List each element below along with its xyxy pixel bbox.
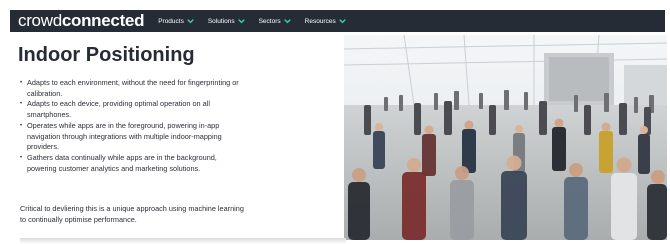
- nav-item-sectors[interactable]: Sectors: [259, 18, 291, 25]
- chevron-down-icon: [187, 19, 194, 24]
- feature-item: Adapts to each device, providing optimal…: [20, 99, 240, 120]
- chevron-down-icon: [283, 19, 291, 24]
- nav-label-solutions: Solutions: [207, 17, 235, 25]
- nav-item-products[interactable]: Products: [158, 18, 194, 25]
- nav-item-solutions[interactable]: Solutions: [208, 18, 245, 25]
- chevron-down-icon: [237, 19, 245, 24]
- hero-crowd-photo: [344, 35, 667, 240]
- page-title: Indoor Positioning: [18, 44, 195, 66]
- section-divider-shadow: [20, 238, 346, 244]
- crowdconnected-logo[interactable]: crowdconnected: [18, 10, 144, 32]
- crowd-of-people-walking-in-exhibition-hall-icon: [344, 35, 667, 240]
- nav-label-resources: Resources: [304, 17, 336, 25]
- closing-paragraph: Critical to devliering this is a unique …: [20, 204, 244, 224]
- feature-item: Adapts to each environment, without the …: [20, 78, 240, 99]
- top-navigation-bar: crowdconnected Products Solutions Sector…: [10, 10, 665, 32]
- main-nav: Products Solutions Sectors Resources: [158, 18, 346, 25]
- nav-label-sectors: Sectors: [258, 17, 281, 25]
- nav-label-products: Products: [158, 17, 184, 25]
- feature-item: Operates while apps are in the foregroun…: [20, 121, 240, 153]
- logo-text-crowd: crowd: [18, 11, 62, 30]
- nav-item-resources[interactable]: Resources: [305, 18, 346, 25]
- chevron-down-icon: [338, 19, 346, 24]
- logo-text-connected: connected: [61, 11, 145, 30]
- feature-list: Adapts to each environment, without the …: [20, 78, 240, 174]
- feature-item: Gathers data continually while apps are …: [20, 153, 240, 174]
